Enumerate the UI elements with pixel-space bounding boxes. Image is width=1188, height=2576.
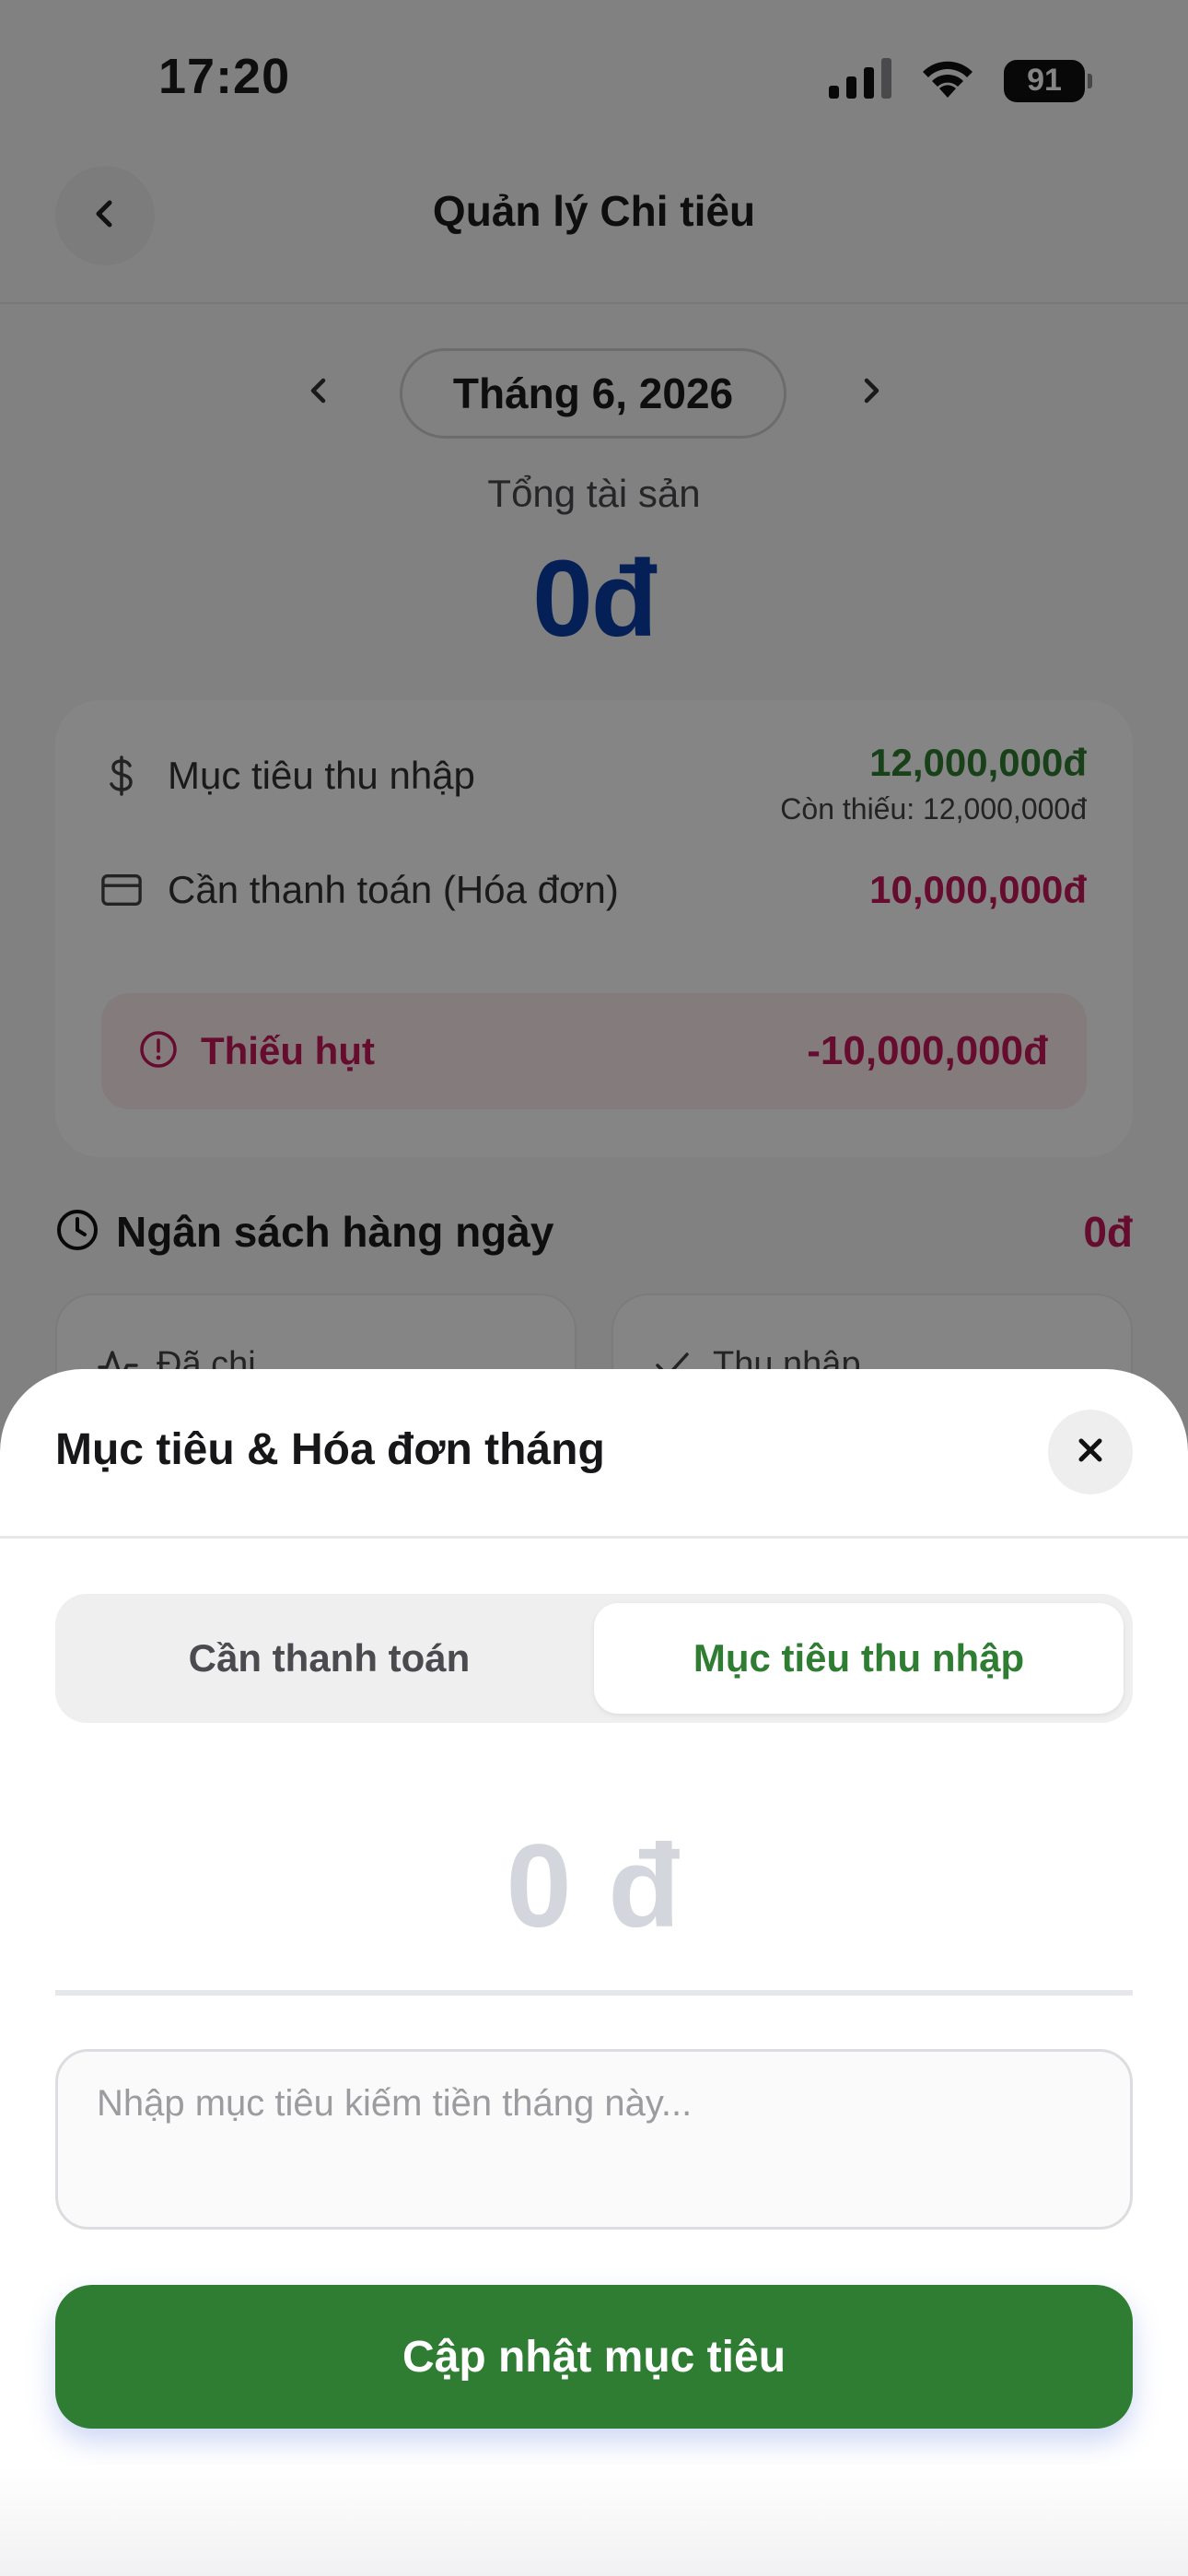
close-icon [1074,1434,1107,1471]
app-screen: 17:20 91 Quản lý Chi tiêu Tháng 6, 2026 … [0,0,1188,2576]
close-button[interactable] [1048,1410,1133,1494]
update-goal-button[interactable]: Cập nhật mục tiêu [55,2285,1133,2429]
goal-note-input[interactable] [55,2049,1133,2230]
sheet-header: Mục tiêu & Hóa đơn tháng [0,1369,1188,1539]
tab-bills[interactable]: Cần thanh toán [64,1603,594,1714]
home-indicator-area [0,2465,1188,2576]
type-segmented-control: Cần thanh toán Mục tiêu thu nhập [55,1594,1133,1723]
amount-field[interactable]: 0 đ [55,1815,1133,1996]
amount-value: 0 đ [506,1821,682,1952]
tab-income-goal[interactable]: Mục tiêu thu nhập [594,1603,1124,1714]
goals-bills-sheet: Mục tiêu & Hóa đơn tháng Cần thanh toán … [0,1369,1188,2576]
sheet-title: Mục tiêu & Hóa đơn tháng [55,1425,605,1474]
